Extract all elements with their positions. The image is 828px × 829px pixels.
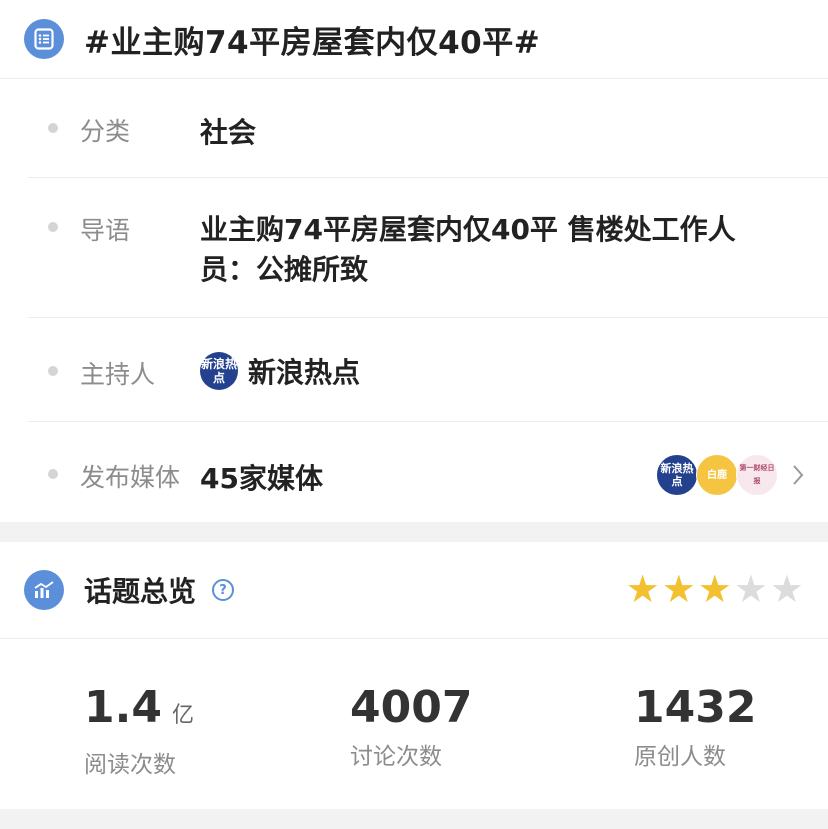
star-empty-icon: ★ [733,567,768,611]
overview-header: 话题总览 ? ★ ★ ★ ★ ★ [0,542,828,639]
stat-caption: 原创人数 [634,744,726,770]
stat-caption: 讨论次数 [350,744,442,770]
media-count[interactable]: 45家媒体 [200,457,323,497]
stats-row: 1.4 亿 阅读次数 4007 讨论次数 1432 原创人数 [0,639,828,809]
topic-header: #业主购74平房屋套内仅40平# [0,0,828,79]
media-avatars[interactable]: 新浪热点 白鹿 第一财经日报 [656,454,778,496]
bullet-dot [48,123,58,133]
star-filled-icon: ★ [661,567,696,611]
bullet-dot [48,469,58,479]
section-divider [0,522,828,542]
stat-original-authors: 1432 原创人数 [634,683,756,771]
host-label: 主持人 [80,360,156,389]
info-row-host[interactable]: 主持人 新浪热点 新浪热点 [28,318,828,422]
overview-title: 话题总览 [84,575,197,608]
info-row-media[interactable]: 发布媒体 45家媒体 新浪热点 白鹿 第一财经日报 [28,422,828,522]
stat-caption: 阅读次数 [84,752,176,778]
topic-title: #业主购74平房屋套内仅40平# [84,24,541,61]
media-avatar[interactable]: 第一财经日报 [736,454,778,496]
star-filled-icon: ★ [697,567,732,611]
stat-unit: 亿 [171,703,194,728]
star-empty-icon: ★ [769,567,804,611]
chart-icon [24,570,64,610]
list-icon [24,19,64,59]
question-circle-icon[interactable]: ? [212,579,235,601]
chevron-right-icon[interactable] [792,464,804,490]
topic-card: #业主购74平房屋套内仅40平# 分类 社会 导语 业主购74平房屋套内仅40平… [0,0,828,522]
intro-label: 导语 [80,216,131,245]
overview-card: 话题总览 ? ★ ★ ★ ★ ★ 1.4 亿 阅读次数 4007 讨论次数 143… [0,542,828,809]
media-avatar[interactable]: 白鹿 [696,454,738,496]
media-avatar[interactable]: 新浪热点 [656,454,698,496]
category-label: 分类 [80,117,131,146]
host-avatar[interactable]: 新浪热点 [200,352,238,390]
info-row-category: 分类 社会 [28,79,828,178]
star-filled-icon: ★ [625,567,660,611]
info-row-intro: 导语 业主购74平房屋套内仅40平 售楼处工作人员：公摊所致 [28,178,828,318]
media-label: 发布媒体 [80,463,181,492]
host-name[interactable]: 新浪热点 [248,351,360,391]
stat-discussions: 4007 讨论次数 [350,683,472,771]
stat-value: 1432 [634,682,757,733]
stat-value: 1.4 [84,682,162,733]
host-value[interactable]: 新浪热点 新浪热点 [200,351,360,391]
stat-value: 4007 [350,682,473,733]
intro-text: 业主购74平房屋套内仅40平 售楼处工作人员：公摊所致 [200,213,736,286]
section-divider [0,809,828,829]
rating-stars: ★ ★ ★ ★ ★ [624,569,804,609]
stat-reads: 1.4 亿 阅读次数 [84,683,194,779]
bullet-dot [48,222,58,232]
category-value[interactable]: 社会 [200,111,256,151]
bullet-dot [48,366,58,376]
